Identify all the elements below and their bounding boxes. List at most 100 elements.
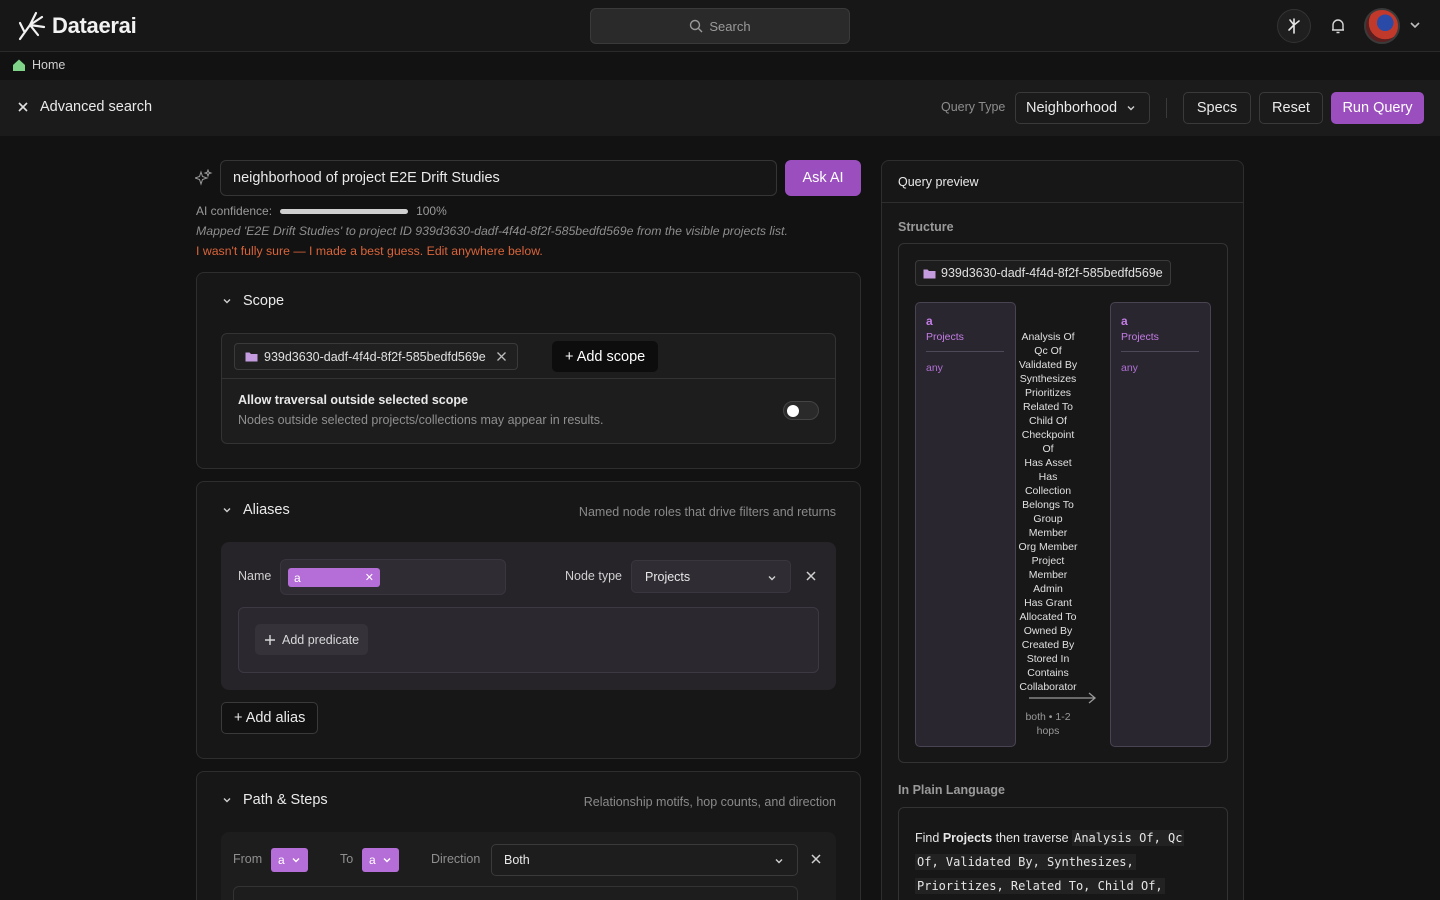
plain-find: Find	[915, 831, 940, 845]
relationship-item: Stored In	[1026, 653, 1070, 665]
node-filter: any	[1121, 362, 1138, 374]
path-step-row: From a To a Direction Both	[221, 832, 836, 900]
divider	[222, 378, 835, 379]
folder-icon	[245, 352, 258, 362]
alias-tag: a ✕	[288, 568, 380, 587]
close-icon[interactable]	[496, 351, 507, 362]
traversal-toggle[interactable]	[783, 401, 819, 420]
chevron-down-icon	[223, 798, 231, 803]
to-label: To	[340, 852, 354, 866]
search-placeholder: Search	[709, 18, 751, 34]
plain-then: then traverse	[995, 831, 1069, 845]
scope-card: Scope 939d3630-dadf-4f4d-8f2f-585bedfd56…	[196, 272, 861, 469]
chevron-down-icon	[223, 508, 231, 513]
relationship-meta-unit: hops	[1036, 725, 1060, 737]
scope-chip[interactable]: 939d3630-dadf-4f4d-8f2f-585bedfd569e	[234, 343, 518, 370]
run-query-button[interactable]: Run Query	[1331, 92, 1424, 124]
relationship-meta: both • 1-2 hops	[1024, 710, 1072, 738]
relationship-item: Has	[1038, 471, 1058, 483]
query-type-select[interactable]: Neighborhood	[1015, 92, 1150, 124]
plain-language-label: In Plain Language	[898, 783, 1005, 797]
aliases-card: Aliases Named node roles that drive filt…	[196, 481, 861, 759]
to-select[interactable]: a	[362, 848, 399, 872]
add-predicate-button[interactable]: Add predicate	[255, 624, 369, 655]
query-type-label: Query Type	[941, 100, 1006, 114]
predicate-box: Add predicate	[238, 607, 819, 673]
add-alias-button[interactable]: + Add alias	[221, 702, 319, 734]
global-search[interactable]: Search	[590, 8, 850, 44]
direction-label: Direction	[431, 852, 481, 866]
close-icon[interactable]	[805, 570, 817, 582]
ai-query-input[interactable]: neighborhood of project E2E Drift Studie…	[220, 160, 777, 196]
relationship-item: Of	[1042, 443, 1054, 455]
app-name: Dataerai	[52, 13, 137, 38]
confidence-label: AI confidence:	[196, 204, 273, 218]
node-card-right[interactable]: a Projects any	[1110, 302, 1211, 747]
aliases-title: Aliases	[243, 502, 290, 518]
advanced-search-header: Advanced search	[16, 99, 152, 115]
close-icon[interactable]: ✕	[365, 571, 374, 584]
relationship-meta-hops: both • 1-2	[1025, 711, 1071, 723]
node-type-select[interactable]: Projects	[631, 560, 791, 593]
scope-box: 939d3630-dadf-4f4d-8f2f-585bedfd569e + A…	[221, 333, 836, 444]
from-select[interactable]: a	[271, 848, 308, 872]
breadcrumb-home[interactable]: Home	[32, 58, 65, 72]
notifications-button[interactable]	[1321, 9, 1355, 43]
direction-select[interactable]: Both	[491, 844, 798, 876]
relationship-item: Has Grant	[1024, 597, 1072, 609]
path-header[interactable]: Path & Steps	[221, 792, 328, 808]
top-bar: Dataerai Search	[0, 0, 1440, 52]
page-title: Advanced search	[40, 99, 153, 115]
query-preview-panel: Query preview Structure 939d3630-dadf-4f…	[881, 160, 1244, 900]
mapped-note: Mapped 'E2E Drift Studies' to project ID…	[196, 224, 788, 238]
add-scope-button[interactable]: + Add scope	[552, 341, 659, 372]
query-type-value: Neighborhood	[1026, 100, 1118, 116]
confidence-fill	[280, 208, 409, 214]
step-box	[233, 886, 798, 900]
logo-icon	[18, 11, 46, 41]
close-icon[interactable]	[810, 853, 822, 865]
chevron-down-icon[interactable]	[1408, 18, 1422, 32]
chevron-down-icon	[292, 858, 300, 863]
alias-name-input[interactable]: a ✕	[280, 559, 506, 595]
node-type-value: Projects	[645, 569, 691, 584]
relationship-item: Member	[1028, 527, 1068, 539]
add-predicate-label: Add predicate	[282, 632, 360, 647]
path-subtitle: Relationship motifs, hop counts, and dir…	[583, 795, 836, 809]
avatar[interactable]	[1364, 8, 1400, 44]
divider	[882, 202, 1243, 203]
aliases-header[interactable]: Aliases	[221, 502, 290, 518]
search-icon	[690, 19, 703, 33]
relationship-item: Collection	[1024, 485, 1072, 497]
chevron-down-icon	[383, 858, 391, 863]
folder-icon	[923, 269, 936, 278]
structure-chip-label: 939d3630-dadf-4f4d-8f2f-585bedfd569e	[941, 266, 1163, 280]
confidence-bar	[280, 208, 409, 214]
app-logo[interactable]: Dataerai	[16, 9, 137, 43]
plus-icon	[265, 634, 275, 645]
relationship-item: Validated By	[1018, 359, 1078, 371]
scope-header[interactable]: Scope	[221, 293, 284, 309]
close-icon[interactable]	[16, 100, 30, 114]
to-value: a	[369, 853, 376, 867]
plain-language-box: Find Projects then traverse Analysis Of,…	[898, 807, 1228, 900]
divider	[1121, 351, 1199, 352]
relationship-item: Allocated To	[1019, 611, 1077, 623]
structure-label: Structure	[898, 220, 954, 234]
relationship-item: Child Of	[1029, 415, 1067, 427]
structure-diagram: 939d3630-dadf-4f4d-8f2f-585bedfd569e a P…	[898, 243, 1228, 763]
ask-ai-button[interactable]: Ask AI	[785, 160, 861, 196]
plain-relationships-3: Prioritizes, Related To, Child Of,	[915, 878, 1165, 894]
specs-button[interactable]: Specs	[1183, 92, 1251, 124]
scope-chip-label: 939d3630-dadf-4f4d-8f2f-585bedfd569e	[264, 349, 486, 364]
chevron-down-icon	[223, 299, 231, 304]
node-card-left[interactable]: a Projects any	[915, 302, 1016, 747]
plain-relationships-1: Analysis Of, Qc	[1072, 830, 1185, 846]
confidence-value: 100%	[416, 204, 447, 218]
alias-row: Name a ✕ Node type Projects Add predicat…	[221, 542, 836, 690]
relationship-item: Member	[1028, 569, 1068, 581]
graph-button[interactable]	[1277, 9, 1311, 43]
reset-button[interactable]: Reset	[1259, 92, 1323, 124]
traversal-title: Allow traversal outside selected scope	[238, 393, 468, 407]
ai-confidence: AI confidence: 100%	[196, 204, 447, 218]
